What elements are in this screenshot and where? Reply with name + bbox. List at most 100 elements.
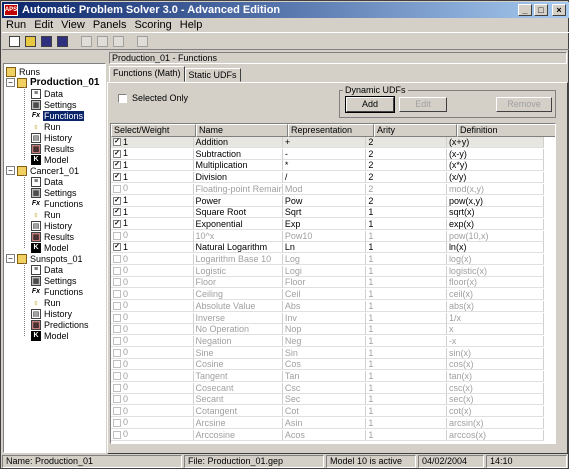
select-weight-cell[interactable]: 0	[111, 347, 194, 359]
table-row[interactable]: ✓ 1 Exponential Exp 1 exp(x)	[111, 218, 545, 230]
tree-item-results[interactable]: ▩ Results	[31, 231, 75, 242]
functions-table[interactable]: Select/Weight Name Representation Arity …	[110, 123, 556, 444]
row-checkbox[interactable]: ✓	[113, 161, 121, 170]
table-button[interactable]	[111, 34, 126, 48]
select-weight-cell[interactable]: 0	[111, 312, 194, 324]
selected-only-checkbox[interactable]: Selected Only	[118, 93, 188, 103]
select-weight-cell[interactable]: 0	[111, 417, 194, 429]
table-row[interactable]: ✓ 1 Natural Logarithm Ln 1 ln(x)	[111, 242, 545, 254]
column-header-definition[interactable]: Definition	[457, 124, 555, 137]
row-checkbox[interactable]	[113, 313, 121, 322]
column-header-representation[interactable]: Representation	[288, 124, 374, 137]
close-button[interactable]: ×	[552, 4, 566, 16]
select-weight-cell[interactable]: ✓ 1	[111, 160, 194, 172]
row-checkbox[interactable]: ✓	[113, 219, 121, 228]
cut-button[interactable]	[79, 34, 94, 48]
row-checkbox[interactable]	[113, 325, 121, 334]
collapse-icon[interactable]: −	[6, 78, 15, 87]
table-row[interactable]: 0 Negation Neg 1 -x	[111, 335, 545, 347]
select-weight-cell[interactable]: 0	[111, 335, 194, 347]
row-checkbox[interactable]: ✓	[113, 149, 121, 158]
row-checkbox[interactable]	[113, 336, 121, 345]
tree-project[interactable]: Cancer1_01	[17, 165, 80, 176]
select-weight-cell[interactable]: 0	[111, 254, 194, 265]
select-weight-cell[interactable]: ✓ 1	[111, 195, 194, 207]
table-row[interactable]: ✓ 1 Addition +2 (x+y)	[111, 137, 545, 148]
selected-only-box[interactable]	[118, 93, 127, 103]
tree-item-data[interactable]: ≡ Data	[31, 176, 64, 187]
column-header-arity[interactable]: Arity	[374, 124, 457, 137]
tree-item-data[interactable]: ≡ Data	[31, 264, 64, 275]
table-row[interactable]: 0 Absolute Value Abs 1 abs(x)	[111, 300, 545, 312]
select-weight-cell[interactable]: ✓ 1	[111, 148, 194, 160]
row-checkbox[interactable]	[113, 430, 121, 439]
menu-view[interactable]: View	[57, 19, 89, 31]
tree-project[interactable]: Sunspots_01	[17, 253, 84, 264]
table-row[interactable]: 0 Inverse Inv 1 1/x	[111, 312, 545, 324]
select-weight-cell[interactable]: ✓ 1	[111, 137, 194, 148]
row-checkbox[interactable]: ✓	[113, 208, 121, 217]
table-row[interactable]: 0 Floor Floor 1 floor(x)	[111, 277, 545, 289]
table-row[interactable]: 0 Arccosine Acos 1 arccos(x)	[111, 429, 545, 441]
tree-item-functions[interactable]: Fx Functions	[31, 110, 85, 121]
select-weight-cell[interactable]: ✓ 1	[111, 207, 194, 219]
table-row[interactable]: 0 Sine Sin 1 sin(x)	[111, 347, 545, 359]
tree-item-functions[interactable]: Fx Functions	[31, 286, 84, 297]
remove-button[interactable]: Remove	[496, 97, 552, 112]
menu-run[interactable]: Run	[2, 19, 30, 31]
grid-button[interactable]	[95, 34, 110, 48]
table-row[interactable]: 0 Cosine Cos 1 cos(x)	[111, 359, 545, 371]
table-row[interactable]: ✓ 1 Square Root Sqrt 1 sqrt(x)	[111, 207, 545, 219]
row-checkbox[interactable]	[113, 184, 121, 193]
row-checkbox[interactable]	[113, 255, 121, 263]
table-row[interactable]: 0 Tangent Tan 1 tan(x)	[111, 371, 545, 382]
menu-scoring[interactable]: Scoring	[130, 19, 175, 31]
row-checkbox[interactable]: ✓	[113, 196, 121, 205]
print-button[interactable]	[135, 34, 150, 48]
row-checkbox[interactable]	[113, 372, 121, 380]
table-row[interactable]: 0 Cotangent Cot 1 cot(x)	[111, 406, 545, 418]
tree-item-predictions[interactable]: ▩ Predictions	[31, 319, 90, 330]
table-row[interactable]: 0 Cosecant Csc 1 csc(x)	[111, 382, 545, 394]
new-file-button[interactable]	[7, 34, 22, 48]
select-weight-cell[interactable]: 0	[111, 371, 194, 382]
select-weight-cell[interactable]: 0	[111, 289, 194, 301]
tree-item-settings[interactable]: ▦ Settings	[31, 99, 78, 110]
tree-item-history[interactable]: ▤ History	[31, 308, 73, 319]
select-weight-cell[interactable]: 0	[111, 230, 194, 242]
table-row[interactable]: ✓ 1 Power Pow 2 pow(x,y)	[111, 195, 545, 207]
row-checkbox[interactable]	[113, 231, 121, 240]
tree-item-results[interactable]: ▩ Results	[31, 143, 75, 154]
table-row[interactable]: 0 Arcsine Asin 1 arcsin(x)	[111, 417, 545, 429]
menu-help[interactable]: Help	[176, 19, 207, 31]
collapse-icon[interactable]: −	[6, 254, 15, 263]
select-weight-cell[interactable]: 0	[111, 359, 194, 371]
table-row[interactable]: ✓ 1 Division/2 (x/y)	[111, 172, 545, 184]
tree-item-run[interactable]: ♀ Run	[31, 121, 62, 132]
row-checkbox[interactable]	[113, 395, 121, 404]
row-checkbox[interactable]	[113, 418, 121, 427]
tree-item-settings[interactable]: ▦ Settings	[31, 275, 78, 286]
row-checkbox[interactable]	[113, 348, 121, 357]
tree-item-history[interactable]: ▤ History	[31, 220, 73, 231]
column-header-name[interactable]: Name	[196, 124, 288, 137]
tree-item-data[interactable]: ≡ Data	[31, 88, 64, 99]
column-header-select-weight[interactable]: Select/Weight	[111, 124, 196, 137]
row-checkbox[interactable]	[113, 360, 121, 369]
tree-item-settings[interactable]: ▦ Settings	[31, 187, 78, 198]
tree-project[interactable]: Production_01	[17, 77, 100, 88]
menu-panels[interactable]: Panels	[89, 19, 131, 31]
tree-root-runs[interactable]: Runs	[6, 66, 41, 77]
open-button[interactable]	[23, 34, 38, 48]
table-row[interactable]: 0 Floating-point RemainderMod2mod(x,y)	[111, 183, 545, 195]
row-checkbox[interactable]	[113, 266, 121, 275]
table-row[interactable]: 0 No Operation Nop 1 x	[111, 324, 545, 336]
select-weight-cell[interactable]: 0	[111, 183, 194, 195]
select-weight-cell[interactable]: ✓ 1	[111, 172, 194, 184]
tree-item-run[interactable]: ♀ Run	[31, 209, 62, 220]
tree-item-model[interactable]: K Model	[31, 242, 70, 253]
minimize-button[interactable]: _	[518, 4, 532, 16]
table-row[interactable]: 0 Logistic Logi 1 logistic(x)	[111, 265, 545, 277]
select-weight-cell[interactable]: 0	[111, 382, 194, 394]
select-weight-cell[interactable]: 0	[111, 406, 194, 418]
